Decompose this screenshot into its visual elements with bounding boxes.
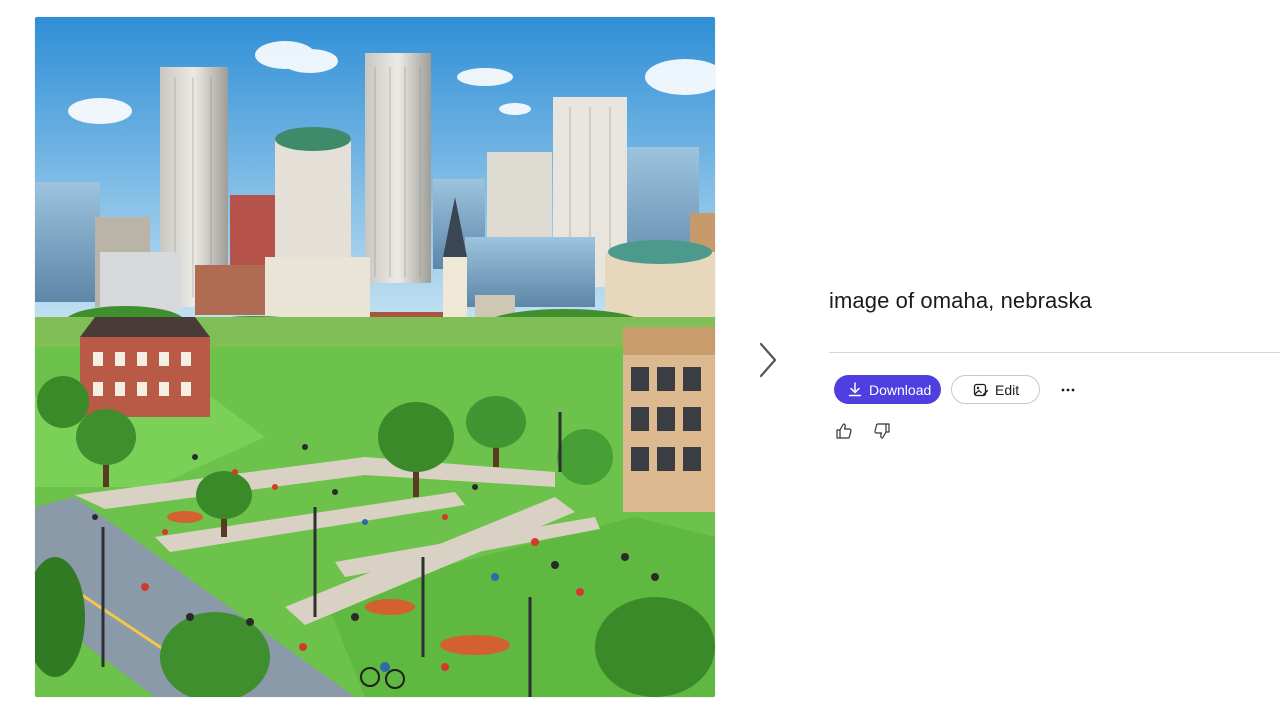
- generated-image[interactable]: [35, 17, 715, 697]
- edit-image-icon: [973, 382, 989, 398]
- like-button[interactable]: [834, 420, 854, 442]
- more-options-icon: [1061, 388, 1075, 392]
- feedback-bar: [834, 420, 892, 442]
- next-image-button[interactable]: [752, 336, 784, 384]
- divider: [829, 352, 1280, 353]
- edit-label: Edit: [995, 381, 1020, 398]
- chevron-right-icon: [758, 341, 778, 379]
- download-button[interactable]: Download: [834, 375, 941, 404]
- prompt-title: image of omaha, nebraska: [829, 288, 1092, 313]
- download-icon: [848, 382, 862, 397]
- more-options-button[interactable]: [1056, 378, 1080, 402]
- image-viewer: image of omaha, nebraska Download Edit: [0, 0, 1280, 718]
- thumbs-up-icon: [835, 422, 853, 440]
- edit-button[interactable]: Edit: [951, 375, 1040, 404]
- action-bar: Download Edit: [834, 375, 1080, 404]
- thumbs-down-icon: [873, 422, 891, 440]
- dislike-button[interactable]: [872, 420, 892, 442]
- download-label: Download: [869, 381, 932, 398]
